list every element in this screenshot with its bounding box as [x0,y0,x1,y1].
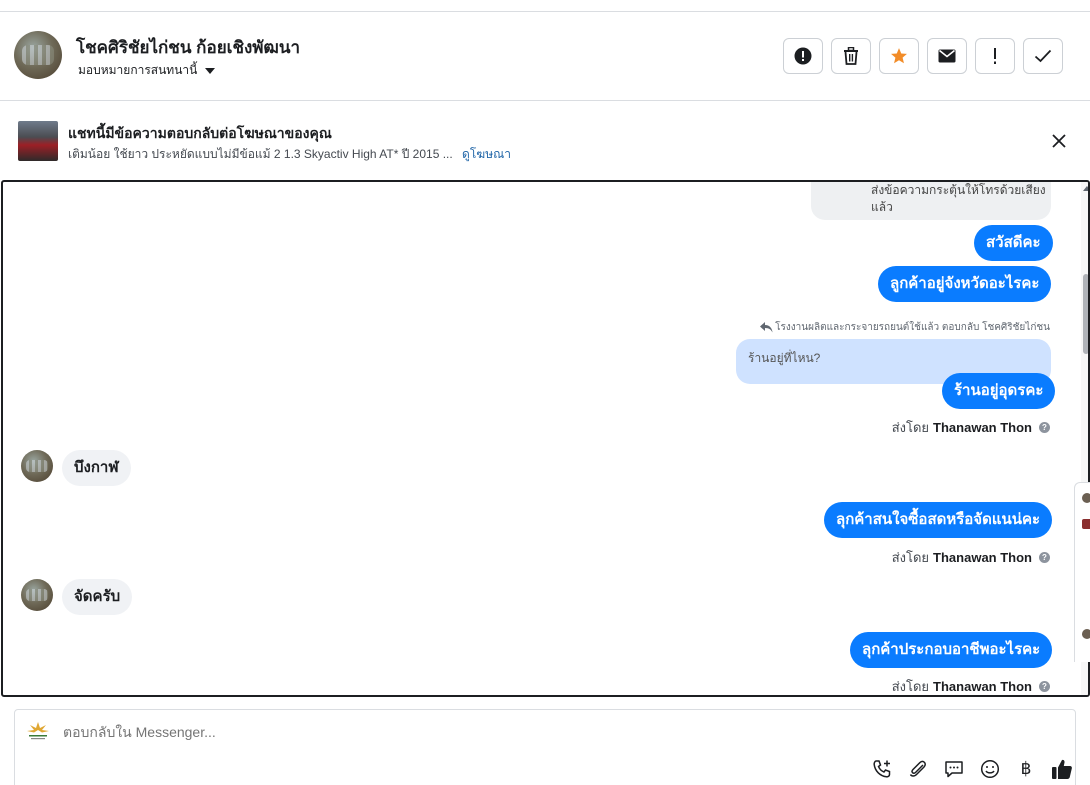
sender-name: Thanawan Thon [933,679,1032,694]
assign-conversation-dropdown[interactable]: มอบหมายการสนทนานี้ [78,61,216,80]
saved-replies-button[interactable] [942,757,966,781]
contact-avatar-small [21,579,53,611]
sender-name: Thanawan Thon [933,550,1032,565]
envelope-icon [938,49,956,63]
scrollbar-thumb[interactable] [1083,274,1088,354]
message-bubble-outgoing[interactable]: ร้านอยู่อุดรคะ [942,373,1056,409]
side-panel-peek[interactable] [1074,482,1090,662]
help-icon[interactable]: ? [1039,422,1050,433]
ad-thumbnail[interactable] [18,121,58,161]
sent-by-prefix: ส่งโดย [891,679,930,694]
call-prompt-bubble: ส่งข้อความกระตุ้นให้โทรด้วยเสียงแล้ว [811,182,1051,220]
call-button[interactable] [870,757,894,781]
thumbs-up-icon [1052,759,1072,779]
spam-button[interactable] [975,38,1015,74]
messenger-inbox-page: โชคศิริชัยไก่ชน ก้อยเชิงพัฒนา มอบหมายการ… [0,0,1090,785]
message-bubble-incoming[interactable]: บึงกาฬ [62,450,131,486]
message-bubble-outgoing[interactable]: สวัสดีคะ [974,225,1053,261]
assign-label: มอบหมายการสนทนานี้ [78,63,198,77]
side-avatar [1082,493,1090,503]
sent-by-label: ส่งโดย Thanawan Thon ? [891,676,1050,695]
mark-done-button[interactable] [1023,38,1063,74]
reply-note-text: โรงงานผลิตและกระจายรถยนต์ใช้แล้ว ตอบกลับ… [775,322,1050,333]
close-icon [1052,134,1066,148]
sent-by-label: ส่งโดย Thanawan Thon ? [892,547,1050,568]
sender-name: Thanawan Thon [933,420,1032,435]
sent-by-prefix: ส่งโดย [891,420,930,435]
reply-arrow-icon [760,322,773,333]
trash-icon [844,47,858,65]
composer-tools: ฿ [870,757,1074,781]
message-bubble-incoming[interactable]: จัดครับ [62,579,133,615]
ad-description: เติมน้อย ใช้ยาว ประหยัดแบบไม่มีข้อแม้ 2 … [68,147,453,161]
side-avatar [1082,629,1090,639]
like-button[interactable] [1050,757,1074,781]
payment-button[interactable]: ฿ [1014,757,1038,781]
page-logo-icon [27,722,49,740]
message-thread[interactable]: ส่งข้อความกระตุ้นให้โทรด้วยเสียงแล้ว สวั… [1,180,1090,697]
baht-icon: ฿ [1020,759,1032,778]
conversation-header: โชคศิริชัยไก่ชน ก้อยเชิงพัฒนา มอบหมายการ… [0,12,1090,101]
help-icon[interactable]: ? [1039,552,1050,563]
header-actions [783,38,1063,74]
scroll-up-arrow-icon[interactable] [1083,186,1088,191]
message-input[interactable] [63,724,863,740]
sent-by-prefix: ส่งโดย [891,550,930,565]
exclamation-icon [994,48,996,64]
close-banner-button[interactable] [1048,130,1070,152]
contact-name[interactable]: โชคศิริชัยไก่ชน ก้อยเชิงพัฒนา [76,34,300,61]
emoji-button[interactable] [978,757,1002,781]
delete-button[interactable] [831,38,871,74]
caret-down-icon [205,67,216,74]
mark-unread-button[interactable] [927,38,967,74]
message-bubble-outgoing[interactable]: ลุกค้าสนใจซื้อสดหรือจัดแนน่คะ [824,502,1053,538]
check-icon [1034,49,1052,63]
message-bubble-outgoing[interactable]: ลุกค้าประกอบอาชีพอะไรคะ [850,632,1053,668]
star-button[interactable] [879,38,919,74]
attach-button[interactable] [906,757,930,781]
message-bubble-outgoing[interactable]: ลูกค้าอยู่จังหวัดอะไรคะ [878,266,1052,302]
contact-avatar[interactable] [14,31,62,79]
side-thumbnail [1082,519,1090,529]
ad-reply-banner: แชทนี้มีข้อความตอบกลับต่อโฆษณาของคุณ เติ… [0,101,1090,180]
sent-by-label: ส่งโดย Thanawan Thon ? [892,417,1050,438]
paperclip-icon [909,760,926,777]
view-ad-link[interactable]: ดูโฆษณา [462,147,511,161]
phone-plus-icon [873,760,891,778]
reply-note: โรงงานผลิตและกระจายรถยนต์ใช้แล้ว ตอบกลับ… [760,320,1050,335]
ad-banner-title: แชทนี้มีข้อความตอบกลับต่อโฆษณาของคุณ [68,125,332,141]
top-divider [0,0,1090,12]
contact-avatar-small [21,450,53,482]
report-button[interactable] [783,38,823,74]
smiley-icon [980,759,1000,779]
reply-composer: ฿ [14,709,1076,785]
help-icon[interactable]: ? [1039,681,1050,692]
alert-circle-icon [794,47,812,65]
ad-banner-subtitle: เติมน้อย ใช้ยาว ประหยัดแบบไม่มีข้อแม้ 2 … [68,145,511,164]
star-icon [891,48,907,64]
chat-bubble-icon [945,761,963,778]
